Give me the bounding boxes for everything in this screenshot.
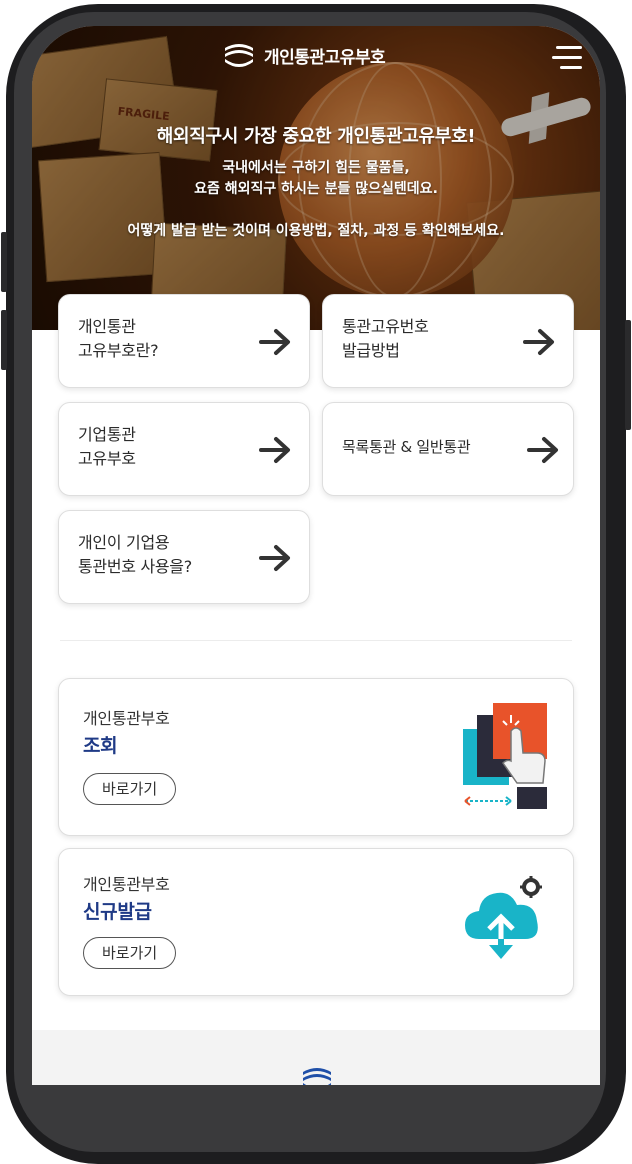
menu-card-business[interactable]: 기업통관 고유부호 [58,402,310,496]
volume-down-button [1,310,7,370]
card-title: 조회 [83,735,118,757]
phone-mockup: FRAGILE 개인통관고유부호 해외직구시 가장 중요한 개인통관고유부호! … [0,0,632,1164]
lookup-card[interactable]: 개인통관부호 조회 바로가기 [58,678,574,836]
phone-screen: FRAGILE 개인통관고유부호 해외직구시 가장 중요한 개인통관고유부호! … [32,26,600,1085]
site-logo[interactable]: 개인통관고유부호 [222,42,386,68]
goto-new-issue-button[interactable]: 바로가기 [83,937,177,969]
arrow-right-icon [259,545,290,571]
hero-banner: FRAGILE 개인통관고유부호 해외직구시 가장 중요한 개인통관고유부호! … [32,26,600,330]
touch-screen-icon [463,703,547,809]
volume-up-button [1,232,7,292]
hero-headline: 해외직구시 가장 중요한 개인통관고유부호! [156,126,476,147]
card-label: 통관번호 사용을? [78,557,192,576]
new-issue-card[interactable]: 개인통관부호 신규발급 바로가기 [58,848,574,996]
hero-subtext: 어떻게 발급 받는 것이며 이용방법, 절차, 과정 등 확인해보세요. [127,223,505,239]
logo-icon [225,44,253,67]
arrow-right-icon [527,437,558,463]
footer [32,1030,600,1085]
menu-card-personal-business[interactable]: 개인이 기업용 통관번호 사용을? [58,510,310,604]
hero-subtext: 요즘 해외직구 하시는 분들 많으실텐데요. [194,181,438,197]
arrow-right-icon [259,329,290,355]
card-subtitle: 개인통관부호 [83,875,170,894]
card-label: 고유부호란? [78,341,159,360]
hero-subtext: 국내에서는 구하기 힘든 물품들, [222,160,410,176]
card-title: 신규발급 [83,901,152,923]
card-subtitle: 개인통관부호 [83,709,170,728]
card-label: 고유부호 [78,449,136,468]
arrow-right-icon [259,437,290,463]
card-label: 목록통관 & 일반통관 [342,438,471,456]
arrow-right-icon [523,329,554,355]
menu-card-issue-method[interactable]: 통관고유번호 발급방법 [322,294,574,388]
goto-lookup-button[interactable]: 바로가기 [83,773,177,805]
card-label: 통관고유번호 [342,317,429,336]
card-label: 발급방법 [342,341,400,360]
menu-card-list-general[interactable]: 목록통관 & 일반통관 [322,402,574,496]
menu-card-what-is[interactable]: 개인통관 고유부호란? [58,294,310,388]
card-label: 개인이 기업용 [78,533,170,552]
cloud-upload-icon [465,876,542,959]
hamburger-menu-icon[interactable] [552,46,582,72]
hero-text: 해외직구시 가장 중요한 개인통관고유부호! 국내에서는 구하기 힘든 물품들,… [32,122,600,240]
power-button [625,320,631,430]
top-bar: 개인통관고유부호 [32,38,600,78]
section-divider [60,640,572,641]
card-label: 기업통관 [78,425,136,444]
logo-text: 개인통관고유부호 [264,47,386,68]
card-label: 개인통관 [78,317,136,336]
footer-logo-icon [303,1068,331,1085]
